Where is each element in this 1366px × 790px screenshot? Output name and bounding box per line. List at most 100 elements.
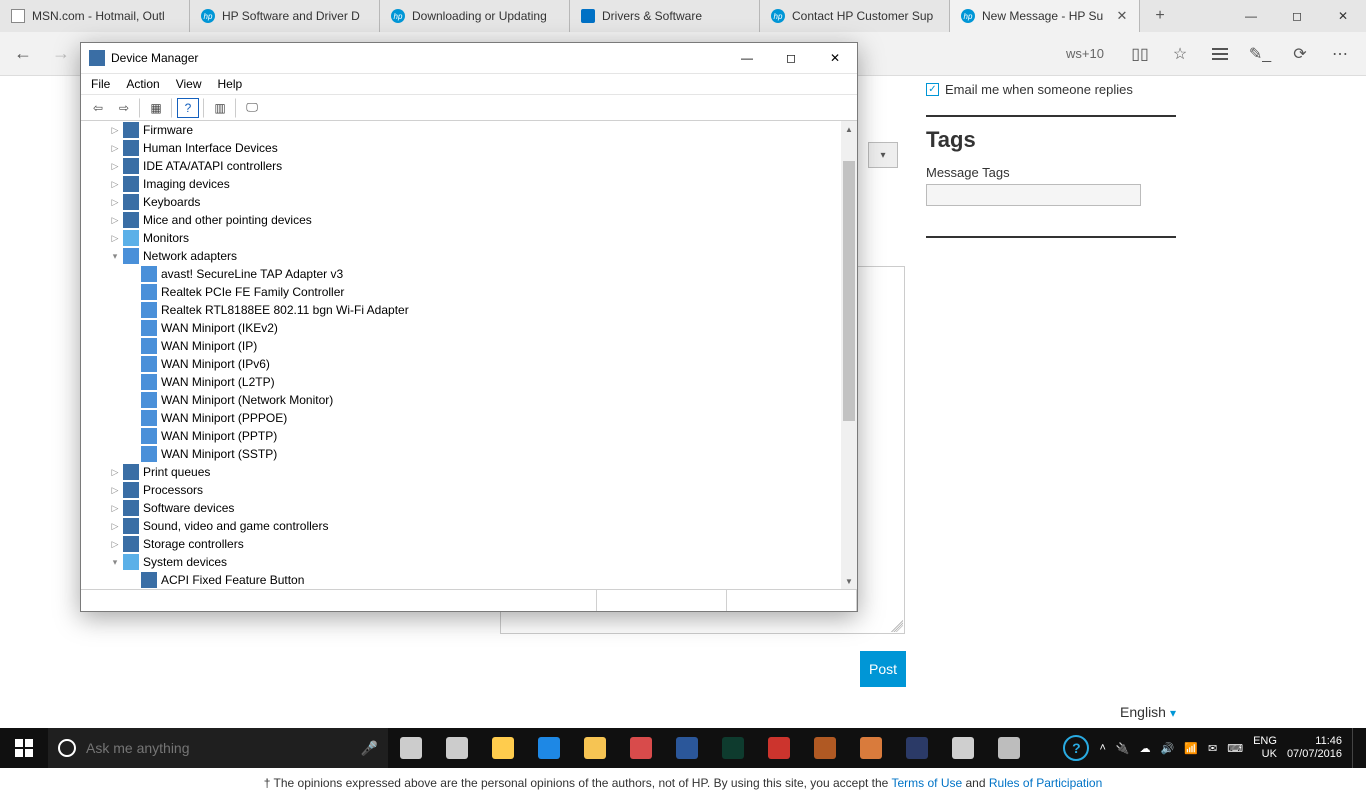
dm-titlebar[interactable]: Device Manager — ◻ ✕ <box>81 43 857 73</box>
share-icon[interactable]: ⟳ <box>1280 37 1320 71</box>
tree-node[interactable]: ▷Monitors <box>81 229 841 247</box>
tree-expand-icon[interactable]: ▾ <box>107 251 123 262</box>
window-maximize-button[interactable]: ◻ <box>1274 0 1320 32</box>
nav-back-button[interactable]: ← <box>6 37 40 71</box>
window-minimize-button[interactable]: — <box>1228 0 1274 32</box>
tree-expand-icon[interactable]: ▷ <box>107 467 123 478</box>
tree-node[interactable]: ▷Firmware <box>81 121 841 139</box>
window-close-button[interactable]: ✕ <box>1320 0 1366 32</box>
taskbar-app-file-explorer[interactable] <box>480 728 526 768</box>
taskbar-app-word[interactable] <box>664 728 710 768</box>
taskbar-app-task-view[interactable] <box>388 728 434 768</box>
browser-tab[interactable]: hpDownloading or Updating <box>380 0 570 32</box>
tb-forward-icon[interactable]: ⇨ <box>113 98 135 118</box>
scroll-thumb[interactable] <box>843 161 855 421</box>
browser-tab[interactable]: hpContact HP Customer Sup <box>760 0 950 32</box>
tree-expand-icon[interactable]: ▾ <box>107 557 123 568</box>
tree-node[interactable]: WAN Miniport (Network Monitor) <box>81 391 841 409</box>
browser-tab[interactable]: hpNew Message - HP Su✕ <box>950 0 1140 32</box>
tree-node[interactable]: WAN Miniport (L2TP) <box>81 373 841 391</box>
tree-expand-icon[interactable]: ▷ <box>107 233 123 244</box>
tb-scan-icon[interactable]: 🖵 <box>241 98 263 118</box>
tray-clock[interactable]: 11:4607/07/2016 <box>1287 735 1342 761</box>
tree-node[interactable]: ▷Software devices <box>81 499 841 517</box>
tree-node[interactable]: ▷Mice and other pointing devices <box>81 211 841 229</box>
tree-expand-icon[interactable]: ▷ <box>107 215 123 226</box>
tree-node[interactable]: ▷Imaging devices <box>81 175 841 193</box>
cortana-search[interactable]: 🎤 <box>48 728 388 768</box>
start-button[interactable] <box>0 728 48 768</box>
tree-expand-icon[interactable]: ▷ <box>107 179 123 190</box>
scroll-down-icon[interactable]: ▼ <box>841 573 857 589</box>
tree-node[interactable]: WAN Miniport (SSTP) <box>81 445 841 463</box>
reading-view-icon[interactable]: ▯▯ <box>1120 37 1160 71</box>
tree-node[interactable]: WAN Miniport (PPPOE) <box>81 409 841 427</box>
tree-node[interactable]: ▾System devices <box>81 553 841 571</box>
dm-maximize-button[interactable]: ◻ <box>769 43 813 73</box>
help-tray-icon[interactable]: ? <box>1063 735 1089 761</box>
tray-onedrive-icon[interactable]: ☁ <box>1140 742 1151 755</box>
tree-node[interactable]: avast! SecureLine TAP Adapter v3 <box>81 265 841 283</box>
dm-scrollbar[interactable]: ▲ ▼ <box>841 121 857 589</box>
checkbox-checked-icon[interactable]: ✓ <box>926 83 939 96</box>
cortana-input[interactable] <box>86 740 351 756</box>
browser-tab[interactable]: Drivers & Software <box>570 0 760 32</box>
tray-language[interactable]: ENGUK <box>1253 735 1277 761</box>
new-tab-button[interactable]: + <box>1140 0 1180 32</box>
tb-properties-icon[interactable]: ▥ <box>209 98 231 118</box>
tray-mail-icon[interactable]: ✉ <box>1208 742 1217 755</box>
hub-icon[interactable] <box>1200 37 1240 71</box>
dm-menu-action[interactable]: Action <box>126 77 159 91</box>
taskbar-app-app8[interactable] <box>802 728 848 768</box>
language-picker[interactable]: English▾ <box>1120 704 1176 720</box>
post-button[interactable]: Post <box>860 651 906 687</box>
tree-node[interactable]: ▷Keyboards <box>81 193 841 211</box>
taskbar-app-revit[interactable] <box>894 728 940 768</box>
rules-link[interactable]: Rules of Participation <box>989 776 1102 790</box>
tree-expand-icon[interactable]: ▷ <box>107 503 123 514</box>
browser-tab[interactable]: hpHP Software and Driver D <box>190 0 380 32</box>
tree-expand-icon[interactable]: ▷ <box>107 539 123 550</box>
url-fragment[interactable]: ws+10 <box>1066 46 1110 61</box>
tree-node[interactable]: WAN Miniport (PPTP) <box>81 427 841 445</box>
favorite-star-icon[interactable]: ☆ <box>1160 37 1200 71</box>
tree-node[interactable]: ▷IDE ATA/ATAPI controllers <box>81 157 841 175</box>
dm-menu-help[interactable]: Help <box>218 77 243 91</box>
tree-node[interactable]: Realtek PCIe FE Family Controller <box>81 283 841 301</box>
terms-link[interactable]: Terms of Use <box>891 776 962 790</box>
tree-node[interactable]: ▾Network adapters <box>81 247 841 265</box>
tree-expand-icon[interactable]: ▷ <box>107 143 123 154</box>
tree-expand-icon[interactable]: ▷ <box>107 125 123 136</box>
tray-power-icon[interactable]: 🔌 <box>1116 742 1130 755</box>
tree-node[interactable]: ▷Sound, video and game controllers <box>81 517 841 535</box>
taskbar-app-store[interactable] <box>434 728 480 768</box>
tb-show-hidden-icon[interactable]: ▦ <box>145 98 167 118</box>
tree-expand-icon[interactable]: ▷ <box>107 161 123 172</box>
dm-close-button[interactable]: ✕ <box>813 43 857 73</box>
scroll-up-icon[interactable]: ▲ <box>841 121 857 137</box>
dm-menu-file[interactable]: File <box>91 77 110 91</box>
show-desktop-button[interactable] <box>1352 728 1358 768</box>
tree-expand-icon[interactable]: ▷ <box>107 197 123 208</box>
tb-help-icon[interactable]: ? <box>177 98 199 118</box>
microphone-icon[interactable]: 🎤 <box>361 740 378 757</box>
tray-chevron-icon[interactable]: ˄ <box>1099 742 1105 754</box>
tree-node[interactable]: ▷Print queues <box>81 463 841 481</box>
taskbar-app-snip[interactable] <box>618 728 664 768</box>
taskbar-app-ruby[interactable] <box>756 728 802 768</box>
dm-minimize-button[interactable]: — <box>725 43 769 73</box>
more-icon[interactable]: ⋯ <box>1320 37 1360 71</box>
tree-node[interactable]: WAN Miniport (IP) <box>81 337 841 355</box>
taskbar-app-app9[interactable] <box>848 728 894 768</box>
nav-forward-button[interactable]: → <box>44 37 78 71</box>
tree-node[interactable]: Realtek RTL8188EE 802.11 bgn Wi-Fi Adapt… <box>81 301 841 319</box>
tree-node[interactable]: ▷Human Interface Devices <box>81 139 841 157</box>
tree-node[interactable]: WAN Miniport (IKEv2) <box>81 319 841 337</box>
taskbar-app-edge[interactable] <box>526 728 572 768</box>
web-note-icon[interactable]: ✎_ <box>1240 37 1280 71</box>
tray-network-icon[interactable]: 📶 <box>1184 742 1198 755</box>
tree-node[interactable]: WAN Miniport (IPv6) <box>81 355 841 373</box>
taskbar-app-3dsmax[interactable] <box>710 728 756 768</box>
tree-node[interactable]: ▷Processors <box>81 481 841 499</box>
tree-expand-icon[interactable]: ▷ <box>107 485 123 496</box>
